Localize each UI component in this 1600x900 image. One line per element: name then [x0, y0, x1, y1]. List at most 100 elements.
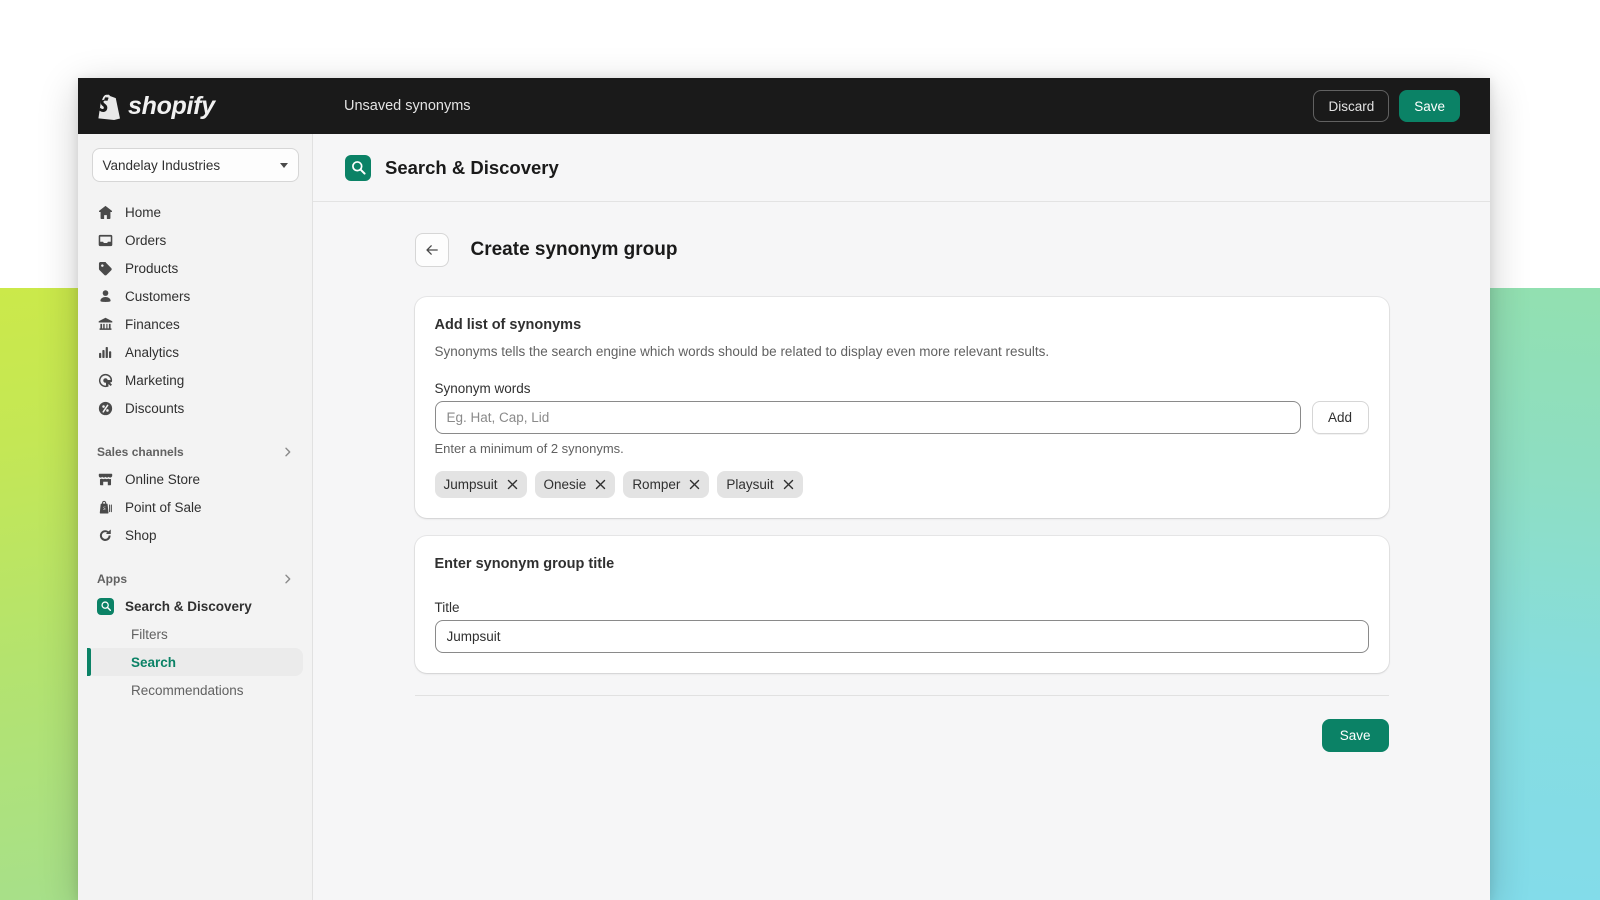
- page-content: Create synonym group Add list of synonym…: [414, 233, 1389, 752]
- card-description: Synonyms tells the search engine which w…: [434, 344, 1050, 359]
- sidebar-item-label: Online Store: [125, 471, 201, 487]
- sidebar-item-shop[interactable]: Shop: [87, 521, 303, 549]
- page-title: Create synonym group: [470, 239, 678, 260]
- shopify-wordmark: shopify: [128, 91, 215, 120]
- sidebar-item-label: Shop: [125, 527, 157, 543]
- synonym-group-title-card: Enter synonym group title Title: [414, 536, 1389, 673]
- sidebar-item-label: Products: [125, 260, 179, 276]
- footer-actions: Save: [415, 696, 1389, 752]
- sidebar-section-apps[interactable]: Apps: [87, 566, 303, 592]
- chevron-right-icon: [285, 447, 291, 457]
- close-x-icon[interactable]: [783, 479, 794, 490]
- top-bar-actions: Discard Save: [1313, 90, 1460, 122]
- store-selector[interactable]: Vandelay Industries: [91, 148, 299, 182]
- top-bar: shopify Unsaved synonyms Discard Save: [78, 78, 1490, 134]
- card-title: Add list of synonyms: [434, 317, 582, 333]
- chevron-right-icon: [285, 574, 291, 584]
- section-title: Apps: [97, 572, 127, 586]
- sidebar-item-label: Filters: [131, 626, 168, 642]
- save-button-bottom[interactable]: Save: [1321, 719, 1389, 752]
- close-x-icon[interactable]: [689, 479, 700, 490]
- tag-label: Romper: [632, 477, 681, 492]
- section-title: Sales channels: [97, 445, 184, 459]
- add-synonyms-card: Add list of synonyms Synonyms tells the …: [414, 297, 1389, 518]
- magnifier-glyph-icon: [351, 161, 366, 175]
- unsaved-changes-title: Unsaved synonyms: [344, 98, 471, 114]
- main-content: Search & Discovery Create synonym group: [313, 134, 1490, 900]
- shop-bag-icon: [99, 528, 111, 541]
- sidebar-item-label: Customers: [125, 288, 191, 304]
- storefront-icon: [98, 473, 113, 485]
- app-title: Search & Discovery: [385, 156, 559, 178]
- sidebar-item-analytics[interactable]: Analytics: [87, 338, 303, 366]
- close-x-icon[interactable]: [507, 479, 518, 490]
- sidebar-item-discounts[interactable]: Discounts: [87, 394, 303, 422]
- add-synonym-button[interactable]: Add: [1311, 401, 1369, 434]
- sidebar-item-orders[interactable]: Orders: [87, 226, 303, 254]
- point-of-sale-icon: S: [99, 500, 112, 514]
- person-icon: [100, 289, 111, 302]
- synonym-help-text: Enter a minimum of 2 synonyms.: [434, 441, 624, 456]
- bank-icon: [98, 317, 113, 330]
- window-body: Vandelay Industries Home Orders Products…: [78, 134, 1490, 900]
- page-title-row: Create synonym group: [414, 233, 1389, 267]
- chevron-down-icon: [279, 162, 288, 168]
- sidebar-item-label: Marketing: [125, 372, 185, 388]
- gradient-right-decoration: [1480, 288, 1600, 900]
- magnifier-glyph-icon: [100, 601, 111, 612]
- synonym-tag: Jumpsuit: [434, 471, 527, 498]
- arrow-left-icon: [425, 245, 438, 255]
- sidebar-item-label: Point of Sale: [125, 499, 202, 515]
- card-title: Enter synonym group title: [434, 556, 615, 572]
- store-name-label: Vandelay Industries: [102, 157, 221, 173]
- sidebar-section-sales-channels[interactable]: Sales channels: [87, 439, 303, 465]
- search-discovery-app-icon: [97, 597, 114, 615]
- sidebar-item-home[interactable]: Home: [87, 198, 303, 226]
- tag-label: Jumpsuit: [443, 477, 498, 492]
- sidebar-item-label: Home: [125, 204, 162, 220]
- synonym-words-label: Synonym words: [434, 381, 531, 396]
- sidebar-item-label: Discounts: [125, 400, 185, 416]
- active-indicator-bar: [87, 648, 91, 676]
- close-x-icon[interactable]: [595, 479, 606, 490]
- home-icon: [99, 205, 112, 219]
- product-tag-icon: [98, 261, 112, 275]
- bar-chart-icon: [99, 346, 112, 358]
- sidebar-item-label: Analytics: [125, 344, 180, 360]
- discard-button[interactable]: Discard: [1313, 90, 1390, 122]
- synonym-tag: Playsuit: [717, 471, 803, 498]
- sidebar-item-filters[interactable]: Filters: [87, 620, 303, 648]
- search-discovery-app-icon: [345, 154, 371, 181]
- sidebar-item-finances[interactable]: Finances: [87, 310, 303, 338]
- shopify-admin-window: shopify Unsaved synonyms Discard Save Va…: [78, 78, 1490, 900]
- sidebar-item-recommendations[interactable]: Recommendations: [87, 676, 303, 704]
- synonym-input-row: Add: [434, 401, 1369, 434]
- synonym-words-input[interactable]: [434, 401, 1301, 434]
- title-field-label: Title: [434, 600, 460, 615]
- sidebar-item-products[interactable]: Products: [87, 254, 303, 282]
- back-button[interactable]: [414, 233, 449, 267]
- shopify-bag-icon: [98, 94, 120, 120]
- sidebar-item-marketing[interactable]: Marketing: [87, 366, 303, 394]
- sidebar-item-label: Recommendations: [131, 682, 244, 698]
- app-header: Search & Discovery: [313, 134, 1490, 202]
- sidebar-nav: Vandelay Industries Home Orders Products…: [78, 134, 313, 900]
- synonym-tag-list: Jumpsuit Onesie Romper Playsuit: [434, 471, 1369, 498]
- shopify-logo[interactable]: shopify: [78, 92, 313, 121]
- synonym-group-title-input[interactable]: [434, 620, 1369, 653]
- sidebar-item-label: Finances: [125, 316, 180, 332]
- page-scroll-area: Create synonym group Add list of synonym…: [313, 202, 1490, 900]
- discount-percent-icon: [98, 401, 113, 415]
- orders-inbox-icon: [98, 234, 113, 246]
- sidebar-item-search-and-discovery[interactable]: Search & Discovery: [87, 592, 303, 620]
- sidebar-item-point-of-sale[interactable]: S Point of Sale: [87, 493, 303, 521]
- sidebar-item-search[interactable]: Search: [87, 648, 303, 676]
- gradient-left-decoration: [0, 288, 80, 900]
- sidebar-item-label: Search & Discovery: [125, 598, 252, 614]
- sidebar-item-customers[interactable]: Customers: [87, 282, 303, 310]
- sidebar-item-online-store[interactable]: Online Store: [87, 465, 303, 493]
- sidebar-item-label: Orders: [125, 232, 167, 248]
- megaphone-target-icon: [98, 373, 113, 387]
- synonym-tag: Romper: [623, 471, 710, 498]
- save-button-top[interactable]: Save: [1399, 90, 1460, 122]
